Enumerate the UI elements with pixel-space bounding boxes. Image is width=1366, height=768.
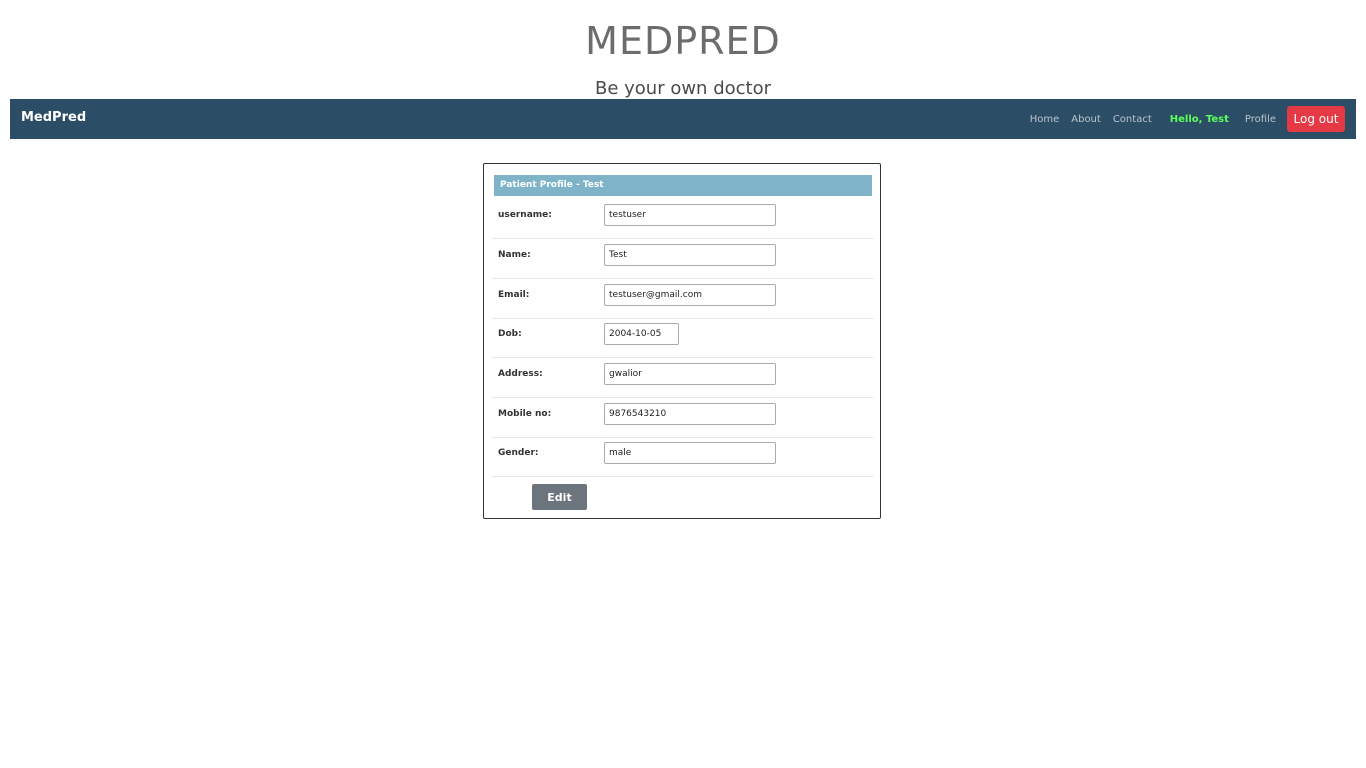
profile-row-address: Address:: [492, 358, 874, 398]
profile-row-name: Name:: [492, 239, 874, 279]
profile-row-dob: Dob:: [492, 318, 874, 358]
username-label: username:: [498, 210, 552, 220]
profile-card-heading: Patient Profile - Test: [494, 175, 872, 196]
profile-row-username: username:: [492, 199, 874, 239]
profile-card: Patient Profile - Test username: Name: E…: [483, 163, 881, 519]
site-header: MEDPRED Be your own doctor: [0, 0, 1366, 100]
profile-row-email: Email:: [492, 279, 874, 319]
nav-link-about[interactable]: About: [1071, 114, 1101, 125]
edit-button[interactable]: Edit: [532, 484, 587, 510]
gender-field[interactable]: [604, 442, 776, 464]
email-field[interactable]: [604, 284, 776, 306]
navbar-brand[interactable]: MedPred: [21, 110, 86, 125]
navbar: MedPred Home About Contact Hello, Test P…: [10, 99, 1356, 139]
nav-link-profile[interactable]: Profile: [1245, 114, 1276, 125]
mobile-field[interactable]: [604, 403, 776, 425]
username-field[interactable]: [604, 204, 776, 226]
email-label: Email:: [498, 290, 530, 300]
profile-row-gender: Gender:: [492, 437, 874, 477]
dob-field[interactable]: [604, 323, 679, 345]
name-field[interactable]: [604, 244, 776, 266]
nav-greeting: Hello, Test: [1169, 113, 1229, 125]
dob-label: Dob:: [498, 329, 522, 339]
address-label: Address:: [498, 369, 543, 379]
nav-link-contact[interactable]: Contact: [1113, 114, 1152, 125]
navbar-links: Home About Contact Hello, Test Profile L…: [1018, 99, 1345, 139]
mobile-label: Mobile no:: [498, 409, 552, 419]
name-label: Name:: [498, 250, 531, 260]
address-field[interactable]: [604, 363, 776, 385]
logout-button[interactable]: Log out: [1287, 106, 1345, 132]
profile-row-mobile: Mobile no:: [492, 398, 874, 438]
site-title: MEDPRED: [585, 19, 781, 63]
nav-link-home[interactable]: Home: [1030, 114, 1060, 125]
site-tagline: Be your own doctor: [594, 78, 771, 99]
gender-label: Gender:: [498, 448, 539, 458]
